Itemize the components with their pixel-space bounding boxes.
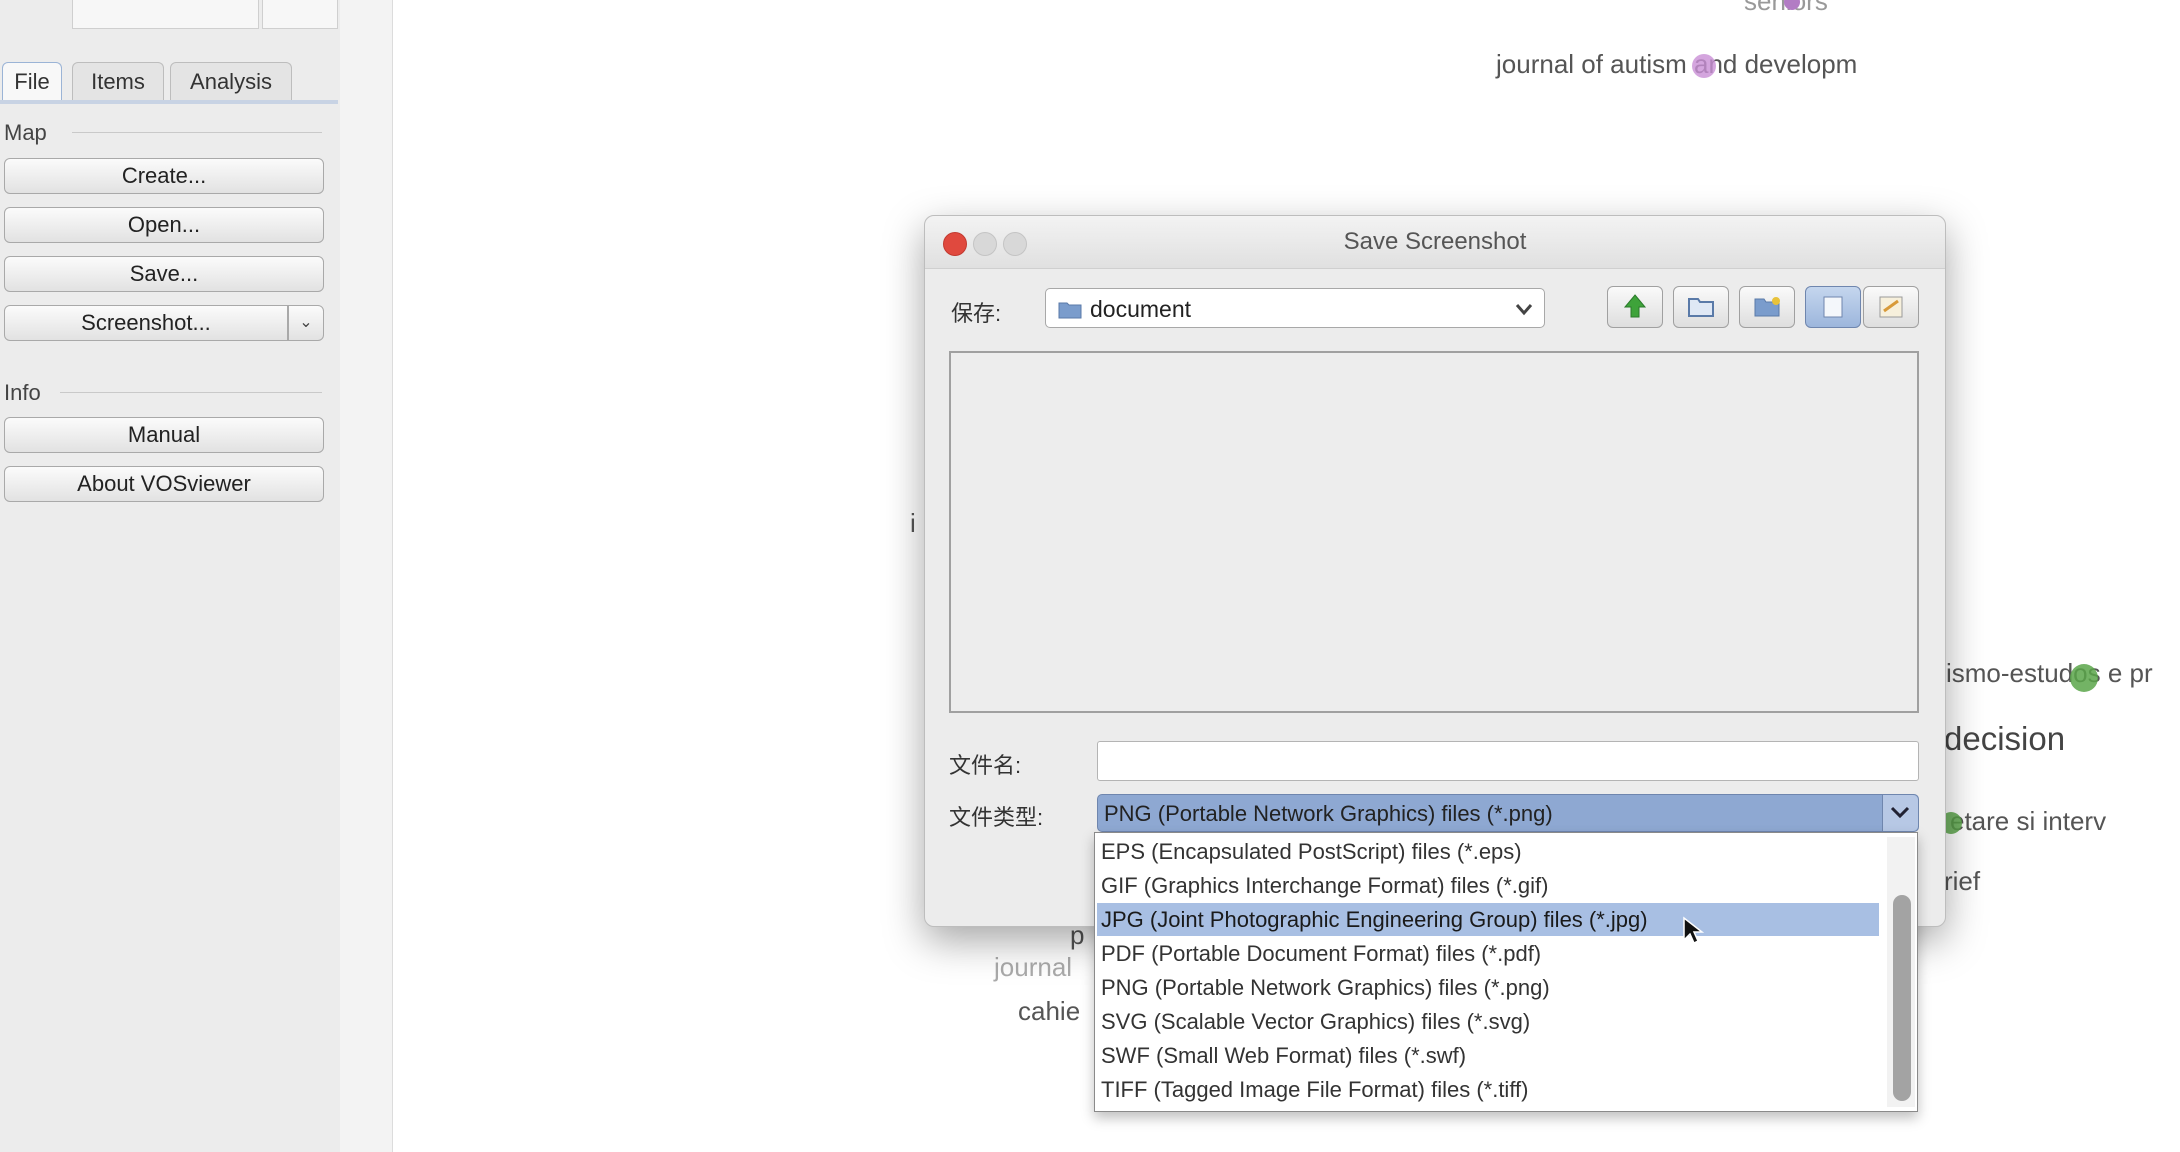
list-view-icon <box>1823 296 1843 318</box>
filetype-option[interactable]: EPS (Encapsulated PostScript) files (*.e… <box>1097 835 1879 868</box>
tab-underline <box>0 100 338 104</box>
map-node[interactable] <box>1692 54 1716 78</box>
map-label: decision <box>1944 720 2066 757</box>
filetype-option[interactable]: GIF (Graphics Interchange Format) files … <box>1097 869 1879 902</box>
filetype-option[interactable]: SWF (Small Web Format) files (*.swf) <box>1097 1039 1879 1072</box>
tab-items[interactable]: Items <box>72 62 164 101</box>
section-divider <box>60 392 322 393</box>
filetype-combo[interactable]: PNG (Portable Network Graphics) files (*… <box>1097 794 1919 832</box>
up-one-level-button[interactable] <box>1607 286 1663 328</box>
map-label: journal <box>994 952 1073 982</box>
toolbar-box-secondary[interactable] <box>262 0 338 29</box>
filetype-label: 文件类型: <box>949 805 1044 830</box>
list-view-button[interactable] <box>1805 286 1861 328</box>
map-label: cahie <box>1018 996 1081 1026</box>
new-folder-button[interactable] <box>1739 286 1795 328</box>
filetype-option-highlighted[interactable]: JPG (Joint Photographic Engineering Grou… <box>1097 903 1879 936</box>
section-title-map: Map <box>4 120 47 145</box>
chevron-down-icon <box>1515 304 1533 316</box>
create-button[interactable]: Create... <box>4 158 324 194</box>
folder-icon <box>1058 302 1082 319</box>
toolbar-box[interactable] <box>72 0 259 29</box>
arrow-up-icon <box>1623 294 1647 318</box>
map-label: etare si interv <box>1950 806 2107 836</box>
open-button[interactable]: Open... <box>4 207 324 243</box>
tab-bar: File Items Analysis <box>0 62 338 104</box>
filetype-value: PNG (Portable Network Graphics) files (*… <box>1104 801 1553 826</box>
chevron-down-icon: ⌄ <box>299 314 313 331</box>
section-divider <box>72 132 322 133</box>
map-label: journal of autism and developm <box>1496 49 1858 79</box>
left-panel: File Items Analysis Map Create... Open..… <box>0 0 341 1152</box>
dialog-title: Save Screenshot <box>1343 228 1527 255</box>
chevron-down-icon <box>1890 806 1910 819</box>
save-button[interactable]: Save... <box>4 256 324 292</box>
map-label: rief <box>1944 866 1981 896</box>
location-label: 保存: <box>951 301 1002 326</box>
map-node[interactable] <box>2070 664 2098 692</box>
panel-splitter[interactable] <box>340 0 393 1152</box>
dropdown-scrollbar-thumb[interactable] <box>1893 895 1911 1101</box>
new-folder-icon <box>1754 297 1780 317</box>
section-title-info: Info <box>4 380 41 405</box>
filetype-option[interactable]: PNG (Portable Network Graphics) files (*… <box>1097 971 1879 1004</box>
filetype-dropdown-list[interactable]: EPS (Encapsulated PostScript) files (*.e… <box>1094 832 1918 1112</box>
details-view-button[interactable] <box>1863 286 1919 328</box>
dialog-titlebar[interactable]: Save Screenshot <box>925 216 1945 269</box>
location-value: document <box>1090 296 1192 322</box>
details-view-icon <box>1879 296 1903 318</box>
filetype-dropdown-arrow[interactable] <box>1882 795 1918 831</box>
tab-file[interactable]: File <box>2 62 62 101</box>
map-label: ismo-estudos e pr <box>1946 658 2153 688</box>
screenshot-dropdown-button[interactable]: ⌄ <box>288 305 324 341</box>
manual-button[interactable]: Manual <box>4 417 324 453</box>
filetype-option[interactable]: SVG (Scalable Vector Graphics) files (*.… <box>1097 1005 1879 1038</box>
location-combo[interactable]: document <box>1045 288 1545 328</box>
filetype-option[interactable]: TIFF (Tagged Image File Format) files (*… <box>1097 1073 1879 1106</box>
file-list[interactable] <box>949 351 1919 713</box>
filename-label: 文件名: <box>949 753 1022 778</box>
about-vosviewer-button[interactable]: About VOSviewer <box>4 466 324 502</box>
mouse-pointer-icon <box>1683 916 1704 945</box>
filetype-option[interactable]: PDF (Portable Document Format) files (*.… <box>1097 937 1879 970</box>
home-folder-icon <box>1688 298 1714 317</box>
screenshot-button[interactable]: Screenshot... <box>4 305 288 341</box>
map-label: i <box>910 508 916 538</box>
save-screenshot-dialog: Save Screenshot 保存: document 文件名: 文件类型: … <box>924 215 1946 927</box>
filename-input[interactable] <box>1097 741 1919 781</box>
home-folder-button[interactable] <box>1673 286 1729 328</box>
tab-analysis[interactable]: Analysis <box>170 62 292 101</box>
